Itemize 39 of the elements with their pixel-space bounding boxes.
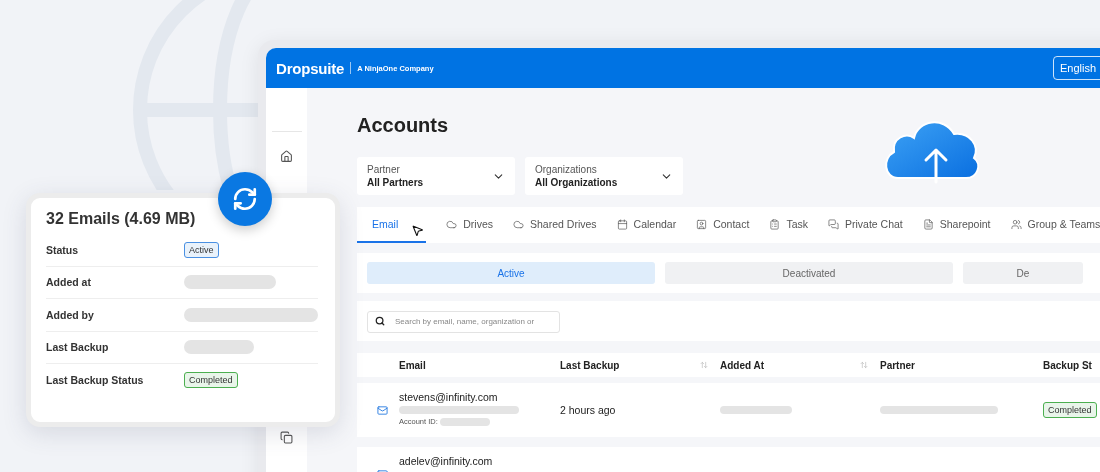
logo: Dropsuite: [276, 59, 345, 77]
search-field[interactable]: Search by email, name, organization or: [367, 310, 560, 333]
column-header: Added At: [720, 359, 765, 371]
tab[interactable]: Drives: [446, 207, 494, 243]
tab[interactable]: Calendar: [616, 207, 677, 243]
tab[interactable]: Email: [357, 207, 427, 243]
filter-dropdown[interactable]: Partner All Partners: [357, 157, 515, 195]
tab[interactable]: Sharepoint: [922, 207, 991, 243]
status-tab[interactable]: Active: [367, 262, 655, 284]
status-badge: Completed: [1043, 402, 1097, 418]
field-label: Last Backup Status: [46, 374, 145, 387]
email-text: stevens@infinity.com: [399, 391, 499, 403]
status-badge: Completed: [184, 372, 238, 389]
tab[interactable]: Shared Drives: [513, 207, 597, 243]
email-text: adelev@infinity.com: [399, 455, 494, 467]
page-title: Accounts: [357, 114, 450, 137]
tab[interactable]: Group & Teams: [1010, 207, 1100, 243]
filter-value: All Organizations: [535, 177, 618, 188]
table-cell-text: 2 hours ago: [560, 404, 617, 416]
filter-label: Partner: [367, 164, 401, 175]
tab[interactable]: Private Chat: [827, 207, 903, 243]
column-header: Backup St: [1043, 359, 1092, 371]
column-header: Partner: [880, 359, 915, 371]
column-header: Email: [399, 359, 426, 371]
field-label: Added at: [46, 276, 92, 289]
filter-value: All Partners: [367, 177, 424, 188]
language-select[interactable]: English: [1052, 56, 1100, 80]
status-tab[interactable]: Deactivated: [665, 262, 953, 284]
column-header: Last Backup: [560, 359, 620, 371]
status-badge: Active: [184, 241, 219, 258]
filter-dropdown[interactable]: Organizations All Organizations: [525, 157, 683, 195]
status-tab[interactable]: De: [963, 262, 1083, 284]
filter-label: Organizations: [535, 164, 598, 175]
field-label: Status: [46, 243, 80, 256]
tab[interactable]: Task: [769, 207, 808, 243]
field-label: Added by: [46, 308, 95, 321]
field-label: Last Backup: [46, 341, 110, 354]
tab[interactable]: Contact: [696, 207, 750, 243]
card-title: 32 Emails (4.69 MB): [46, 210, 197, 228]
